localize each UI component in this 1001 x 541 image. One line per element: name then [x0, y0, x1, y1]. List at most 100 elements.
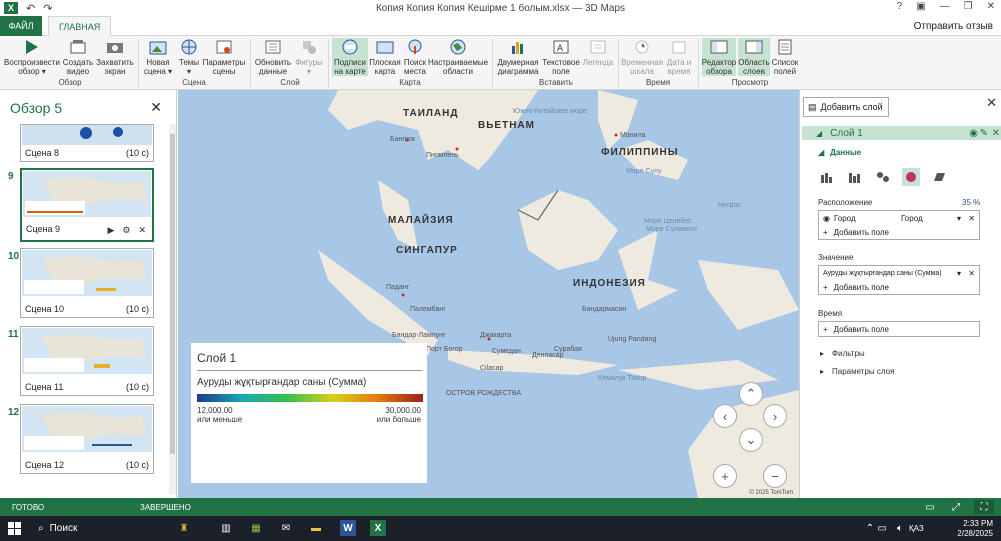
text-box-button[interactable]: A Текстовое поле	[542, 38, 580, 76]
tilt-up-icon[interactable]: ⌃	[739, 382, 763, 406]
custom-regions-button[interactable]: Настраиваемые области	[428, 38, 488, 76]
heatmap-icon[interactable]	[902, 168, 920, 186]
tab-home[interactable]: ГЛАВНАЯ	[48, 16, 112, 37]
legend-button[interactable]: Легенда	[582, 38, 614, 76]
label-malaysia: МАЛАЙЗИЯ	[388, 215, 454, 226]
camera-icon	[105, 38, 125, 56]
remove-field-icon[interactable]: ✕	[968, 214, 975, 223]
data-section-header[interactable]: ◢ Данные	[818, 148, 861, 157]
close-layer-pane-icon[interactable]: ✕	[986, 95, 997, 111]
word-icon[interactable]: W	[340, 520, 356, 536]
send-feedback-link[interactable]: Отправить отзыв	[914, 21, 993, 32]
refresh-data-button[interactable]: Обновить данные	[254, 38, 292, 76]
store-icon[interactable]: ▦	[248, 520, 264, 536]
value-field-row[interactable]: Ауруды жұқтырғандар саны (Сумма) ▾ ✕	[819, 266, 979, 280]
zoom-out-icon[interactable]: −	[763, 464, 787, 488]
rotate-left-icon[interactable]: ‹	[713, 404, 737, 428]
language-indicator[interactable]: ҚАЗ	[909, 524, 924, 533]
delete-layer-icon[interactable]: ✕	[992, 128, 1000, 139]
title-bar: X ↶ ↷ Копия Копия Копия Кешірме 1 болым.…	[0, 0, 1001, 16]
undo-button[interactable]: ↶	[26, 2, 35, 15]
map-labels-button[interactable]: Подписи на карте	[332, 38, 368, 76]
capture-screen-button[interactable]: Захватить экран	[96, 38, 134, 76]
bubble-icon[interactable]	[874, 168, 892, 186]
stacked-column-icon[interactable]	[818, 168, 836, 186]
task-view-icon[interactable]: ▥	[218, 520, 234, 536]
shapes-icon	[299, 38, 319, 56]
redo-button[interactable]: ↷	[43, 2, 52, 15]
close-pane-icon[interactable]: ✕	[150, 99, 162, 116]
map-legend[interactable]: Слой 1 Ауруды жұқтырғандар саны (Сумма) …	[191, 343, 427, 483]
filters-section[interactable]: ▸ Фильтры	[820, 349, 865, 358]
file-explorer-icon[interactable]: ▬	[308, 520, 324, 536]
location-field-row[interactable]: ◉ Город Город ▾ ✕	[819, 211, 979, 225]
mail-icon[interactable]: ✉	[278, 520, 294, 536]
tour-editor-button[interactable]: Редактор обзора	[702, 38, 736, 76]
taskbar-search[interactable]: ⌕ Поиск	[38, 523, 77, 534]
add-layer-button[interactable]: ▤ Добавить слой	[803, 97, 889, 117]
play-icon	[22, 38, 42, 56]
create-video-button[interactable]: Создать видео	[62, 38, 94, 76]
remove-field-icon[interactable]: ✕	[968, 269, 975, 278]
new-scene-button[interactable]: Новая сцена ▾	[142, 38, 174, 76]
shapes-button[interactable]: Фигуры ▾	[294, 38, 324, 76]
excel-icon[interactable]: X	[370, 520, 386, 536]
scene-settings-icon[interactable]: ⚙	[122, 225, 130, 236]
legend-min-note: или меньше	[197, 415, 243, 424]
chevron-down-icon[interactable]: ▾	[957, 214, 961, 223]
scene-card[interactable]: Сцена 10 (10 с)	[20, 248, 154, 318]
tour-scrollbar[interactable]	[169, 124, 176, 494]
field-list-button[interactable]: Список полей	[772, 38, 798, 76]
rotate-right-icon[interactable]: ›	[763, 404, 787, 428]
region-icon[interactable]	[930, 168, 948, 186]
help-button[interactable]: ?	[897, 1, 903, 12]
tour-editor-pane: Обзор 5 ✕ Сцена 8 (10 с) 9 Сцена 9 ▶ ⚙ ✕…	[0, 90, 177, 498]
delete-scene-icon[interactable]: ✕	[138, 225, 146, 236]
tilt-down-icon[interactable]: ⌄	[739, 428, 763, 452]
themes-button[interactable]: Темы ▾	[176, 38, 202, 76]
chevron-down-icon[interactable]: ▾	[957, 269, 961, 278]
layer-pane-button[interactable]: Область слоев	[738, 38, 770, 76]
play-scene-icon[interactable]: ▶	[107, 225, 114, 236]
scene-card[interactable]: Сцена 8 (10 с)	[20, 124, 154, 162]
view-fit-icon[interactable]: ⤢	[946, 500, 966, 514]
minimize-icon[interactable]: —	[940, 1, 950, 12]
location-type-dropdown[interactable]: Город	[901, 214, 923, 223]
layer-header[interactable]: ◢ Слой 1 ◉ ✎ ✕	[802, 126, 1001, 140]
play-tour-button[interactable]: Воспроизвести обзор ▾	[4, 38, 60, 76]
restore-icon[interactable]: ❐	[964, 1, 973, 12]
flat-map-button[interactable]: Плоская карта	[369, 38, 401, 76]
find-location-button[interactable]: Поиск места	[402, 38, 428, 76]
zoom-in-icon[interactable]: +	[713, 464, 737, 488]
add-field-row[interactable]: + Добавить поле	[819, 225, 979, 239]
timeline-button[interactable]: Временная шкала	[621, 38, 663, 76]
date-time-button[interactable]: Дата и время	[664, 38, 694, 76]
scene-card-selected[interactable]: Сцена 9 ▶ ⚙ ✕	[20, 168, 154, 242]
2d-chart-button[interactable]: Двумерная диаграмма	[496, 38, 540, 76]
layer-pane: ▤ Добавить слой ✕ ◢ Слой 1 ◉ ✎ ✕ ◢ Данные…	[799, 90, 1001, 498]
view-fullscreen-icon[interactable]: ⛶	[974, 500, 994, 514]
close-icon[interactable]: ✕	[987, 1, 995, 12]
add-field-row[interactable]: + Добавить поле	[819, 280, 979, 294]
map-canvas[interactable]: ТАИЛАНД ВЬЕТНАМ ФИЛИППИНЫ МАЛАЙЗИЯ СИНГА…	[178, 90, 799, 498]
scene-card[interactable]: Сцена 11 (10 с)	[20, 326, 154, 396]
legend-title: Слой 1	[197, 351, 237, 365]
radio-icon[interactable]: ◉	[823, 214, 830, 223]
clock[interactable]: 2:33 PM 2/28/2025	[957, 519, 993, 539]
windows-start-icon[interactable]	[8, 522, 21, 535]
view-normal-icon[interactable]: ▭	[920, 500, 940, 514]
scene-card[interactable]: Сцена 12 (10 с)	[20, 404, 154, 474]
scene-options-button[interactable]: Параметры сцены	[203, 38, 245, 76]
volume-icon[interactable]: 🔈︎	[892, 520, 908, 536]
sea-label: Море Сулавеси	[646, 226, 697, 233]
layer-options-section[interactable]: ▸ Параметры слоя	[820, 367, 894, 376]
collapse-layer-icon[interactable]: ◢	[816, 129, 822, 138]
visibility-icon[interactable]: ◉	[969, 128, 978, 139]
network-icon[interactable]: ▭	[874, 520, 890, 536]
add-field-row[interactable]: + Добавить поле	[819, 322, 979, 336]
tab-file[interactable]: ФАЙЛ	[0, 16, 42, 36]
rename-icon[interactable]: ✎	[980, 128, 988, 139]
clustered-column-icon[interactable]	[846, 168, 864, 186]
lantern-icon[interactable]: ♜	[176, 520, 192, 536]
ribbon-display-icon[interactable]: ▣	[916, 1, 925, 12]
